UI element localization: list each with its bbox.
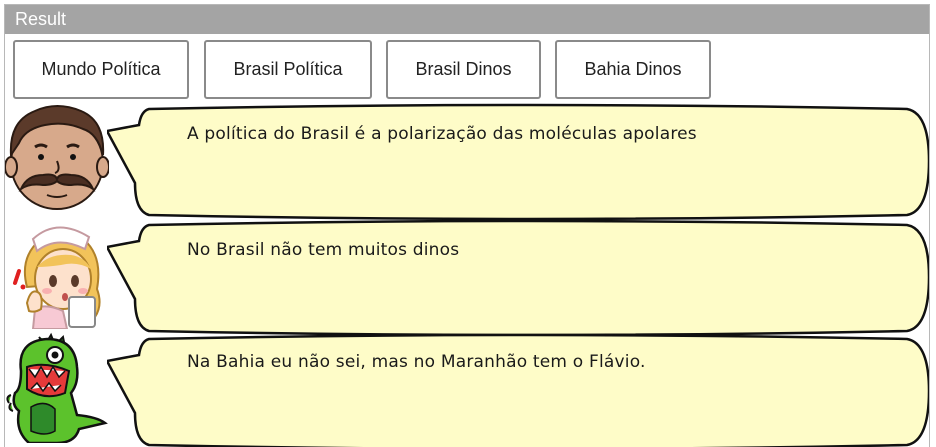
brasil-politica-button[interactable]: Brasil Política [204,40,372,99]
man-with-mustache-icon [5,103,110,215]
dialogue-text: No Brasil não tem muitos dinos [187,240,460,260]
dialogue-text: A política do Brasil é a polarização das… [187,124,697,144]
dialogue-text: Na Bahia eu não sei, mas no Maranhão tem… [187,352,646,372]
speech-bubble [105,333,929,447]
speech-bubble [105,219,929,337]
panel-title: Result [5,5,929,34]
nurse-girl-icon [5,217,109,330]
green-dinosaur-icon [5,331,109,445]
mundo-politica-button[interactable]: Mundo Política [13,40,189,99]
speech-bubble [105,103,929,221]
bahia-dinos-button[interactable]: Bahia Dinos [555,40,711,99]
result-panel: Result Mundo Política Brasil Política Br… [4,4,930,447]
brasil-dinos-button[interactable]: Brasil Dinos [386,40,541,99]
